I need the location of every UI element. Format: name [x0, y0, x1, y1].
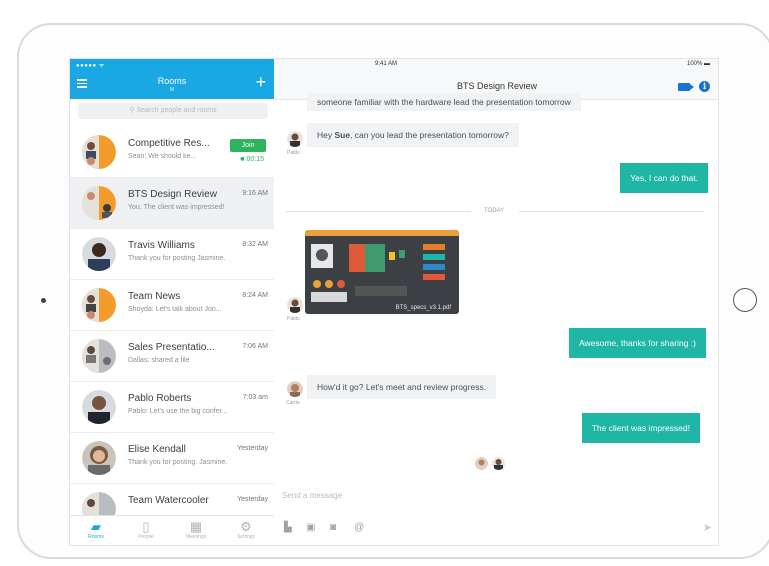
rooms-header: ●●●●● ᯤ Rooms M +: [70, 59, 274, 99]
tab-people[interactable]: ▯ People: [126, 519, 166, 540]
room-time: Yesterday: [237, 445, 268, 452]
read-receipt-avatar: [492, 457, 505, 470]
tab-meetings[interactable]: ▦ Meetings: [176, 519, 216, 540]
avatar: [82, 339, 116, 373]
avatar: [82, 441, 116, 475]
room-name: Sales Presentatio...: [128, 342, 215, 353]
rooms-pane: ●●●●● ᯤ Rooms M + ⚲ Search people and ro…: [70, 59, 275, 545]
room-name: Competitive Res...: [128, 138, 210, 149]
people-icon: ▯: [142, 519, 150, 534]
room-name: Elise Kendall: [128, 444, 186, 455]
message-text: Hey: [317, 130, 335, 140]
room-item[interactable]: Sales Presentatio... Dallas: shared a fi…: [70, 331, 274, 382]
search-placeholder: Search people and rooms: [136, 107, 217, 114]
mention: Sue: [334, 130, 351, 140]
room-last-message: Dallas: shared a file: [128, 357, 190, 364]
avatar: [287, 381, 303, 397]
tab-label: Rooms: [88, 534, 104, 540]
front-camera: [41, 298, 46, 303]
search-input[interactable]: ⚲ Search people and rooms: [78, 103, 268, 119]
battery-status: 100% ▬: [686, 61, 710, 67]
message-bubble: someone familiar with the hardware lead …: [307, 93, 581, 111]
room-last-message: Thank you for posting Jasmine.: [128, 255, 226, 262]
message-text: , can you lead the presentation tomorrow…: [350, 130, 509, 140]
send-icon[interactable]: ➤: [703, 521, 712, 534]
message-bubble-outgoing: Awesome, thanks for sharing :): [568, 328, 706, 358]
video-call-icon[interactable]: [678, 83, 694, 91]
app-screen: ●●●●● ᯤ Rooms M + ⚲ Search people and ro…: [69, 58, 719, 546]
message-bubble-outgoing: The client was impressed!: [581, 413, 700, 443]
divider-line: [519, 211, 704, 212]
call-timer: ■ 00:15: [240, 156, 264, 163]
room-name: Team Watercooler: [128, 495, 209, 506]
room-item[interactable]: Travis Williams Thank you for posting Ja…: [70, 229, 274, 280]
chat-pane: 9:41 AM 100% ▬ BTS Design Review i someo…: [274, 59, 718, 545]
rooms-subtitle: M: [169, 87, 175, 93]
meetings-icon: ▦: [189, 519, 203, 534]
rooms-icon: ▰: [91, 519, 101, 534]
room-item[interactable]: Competitive Res... Sean: We should ke...…: [70, 127, 274, 178]
tab-rooms[interactable]: ▰ Rooms: [76, 519, 116, 540]
avatar: [82, 390, 116, 424]
tab-settings[interactable]: ⚙ Settings: [226, 519, 266, 540]
message-input[interactable]: Send a message: [282, 491, 342, 500]
date-divider: TODAY: [484, 208, 505, 214]
room-item[interactable]: Elise Kendall Thank you for posting. Jas…: [70, 433, 274, 484]
info-icon[interactable]: i: [699, 81, 710, 92]
tab-bar: ▰ Rooms ▯ People ▦ Meetings ⚙ Settings: [70, 515, 274, 545]
room-time: 8:32 AM: [242, 241, 268, 248]
room-name: Pablo Roberts: [128, 393, 192, 404]
chat-title: BTS Design Review: [456, 81, 538, 91]
room-time: 7:06 AM: [242, 343, 268, 350]
rooms-title: Rooms: [157, 76, 187, 86]
file-name: BTS_specs_v3.1.pdf: [395, 305, 451, 311]
room-last-message: Thank you for posting. Jasmine.: [128, 459, 228, 466]
sender-name: Pablo: [287, 316, 300, 322]
room-time: Yesterday: [237, 496, 268, 503]
tab-label: Meetings: [185, 534, 207, 540]
settings-icon: ⚙: [240, 519, 252, 534]
avatar: [82, 237, 116, 271]
camera-icon[interactable]: ◙: [330, 522, 336, 533]
sender-name: Carrie: [286, 400, 300, 406]
tab-label: Settings: [236, 534, 256, 540]
read-receipt-avatar: [475, 457, 488, 470]
image-icon[interactable]: ▣: [306, 522, 315, 533]
home-button[interactable]: [733, 288, 757, 312]
join-call-button[interactable]: Join: [230, 139, 266, 152]
file-preview-image: [305, 230, 459, 302]
room-last-message: Sean: We should ke...: [128, 153, 197, 160]
mention-icon[interactable]: @: [354, 522, 364, 533]
room-name: BTS Design Review: [128, 189, 217, 200]
room-time: 9:16 AM: [242, 190, 268, 197]
status-time: 9:41 AM: [374, 61, 397, 67]
room-time: 8:24 AM: [242, 292, 268, 299]
room-time: 7:03 am: [242, 394, 268, 401]
avatar: [82, 186, 116, 220]
file-attachment[interactable]: BTS_specs_v3.1.pdf: [305, 230, 459, 314]
room-last-message: Pablo: Let's use the big confer...: [128, 408, 228, 415]
status-signal: ●●●●● ᯤ: [76, 63, 105, 69]
avatar: [82, 288, 116, 322]
add-room-button[interactable]: +: [255, 73, 266, 91]
room-name: Travis Williams: [128, 240, 195, 251]
avatar: [287, 131, 303, 147]
file-icon[interactable]: ▙: [284, 522, 292, 533]
room-last-message: You: The client was impressed!: [128, 204, 225, 211]
room-item[interactable]: BTS Design Review You: The client was im…: [70, 178, 274, 229]
sender-name: Pablo: [287, 150, 300, 156]
divider-line: [286, 211, 471, 212]
room-name: Team News: [128, 291, 181, 302]
room-last-message: Shoyda: Let's talk about Jon...: [128, 306, 222, 313]
message-bubble: Hey Sue, can you lead the presentation t…: [307, 123, 519, 147]
tab-label: People: [138, 534, 154, 540]
message-bubble: How'd it go? Let's meet and review progr…: [307, 375, 497, 399]
avatar: [287, 297, 303, 313]
room-item[interactable]: Pablo Roberts Pablo: Let's use the big c…: [70, 382, 274, 433]
avatar: [82, 135, 116, 169]
message-bubble-outgoing: Yes, I can do that.: [620, 163, 708, 193]
room-item[interactable]: Team News Shoyda: Let's talk about Jon..…: [70, 280, 274, 331]
